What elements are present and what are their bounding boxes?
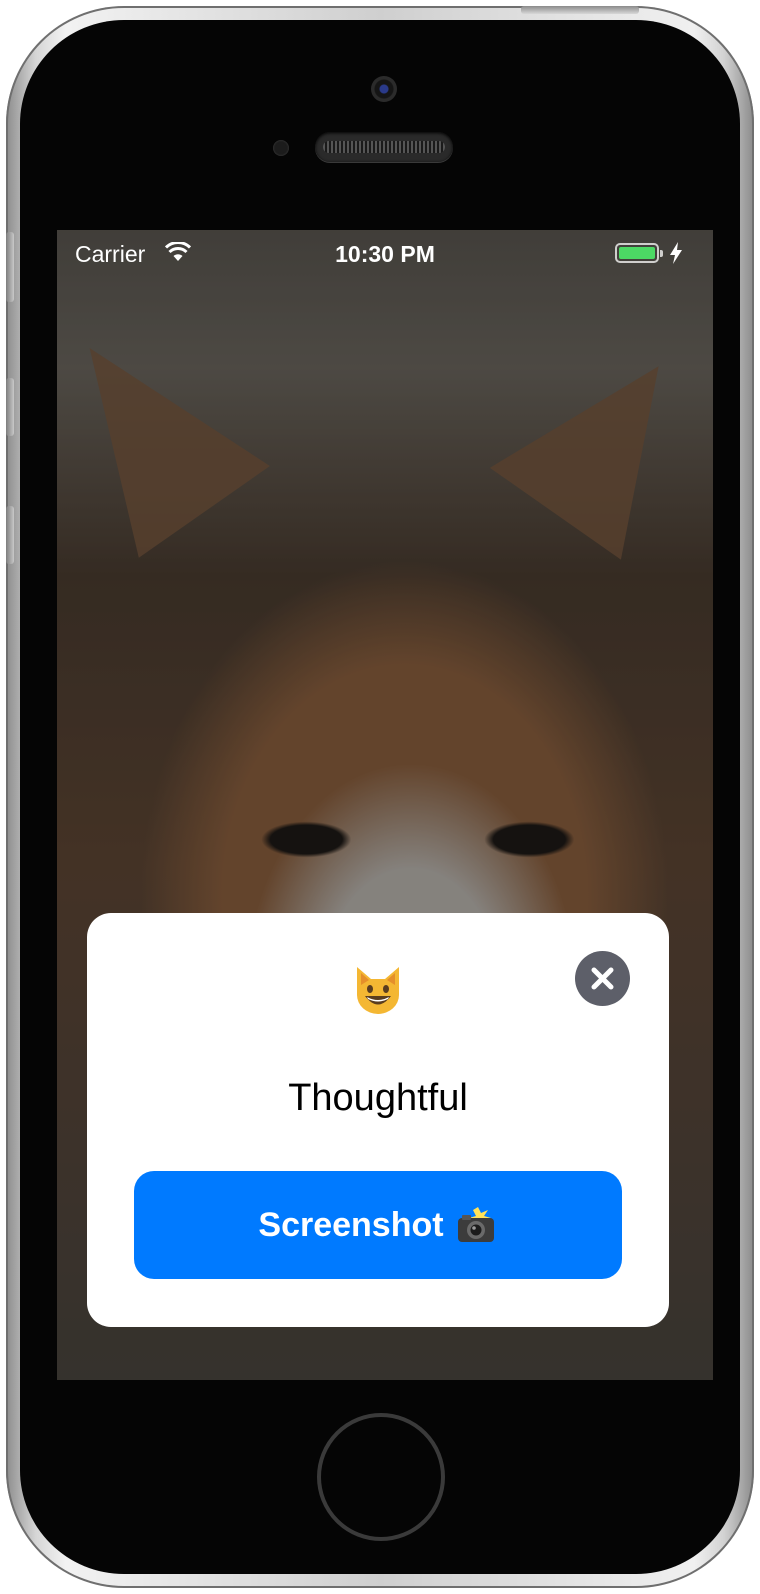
close-icon — [591, 967, 614, 990]
battery-level — [619, 247, 655, 259]
charging-bolt-icon — [670, 242, 682, 264]
volume-down-button — [6, 506, 14, 564]
camera-with-flash-icon — [457, 1207, 494, 1242]
mood-title: Thoughtful — [288, 1077, 468, 1119]
screen: Carrier 10:30 PM Thoughtful Screenshot — [57, 230, 713, 1380]
screenshot-button-label: Screenshot — [258, 1205, 444, 1244]
volume-up-button — [6, 378, 14, 436]
home-button[interactable] — [317, 1413, 445, 1541]
front-camera — [371, 76, 397, 102]
power-button — [521, 6, 639, 14]
status-bar: Carrier 10:30 PM — [57, 230, 713, 276]
close-button[interactable] — [575, 951, 630, 1006]
mood-card: Thoughtful Screenshot — [87, 913, 669, 1327]
screenshot-button[interactable]: Screenshot — [134, 1171, 622, 1279]
proximity-sensor — [273, 140, 289, 156]
battery-icon — [615, 243, 663, 263]
mute-switch — [6, 232, 14, 302]
earpiece-speaker — [315, 132, 453, 162]
grinning-cat-face-icon — [357, 967, 399, 1014]
